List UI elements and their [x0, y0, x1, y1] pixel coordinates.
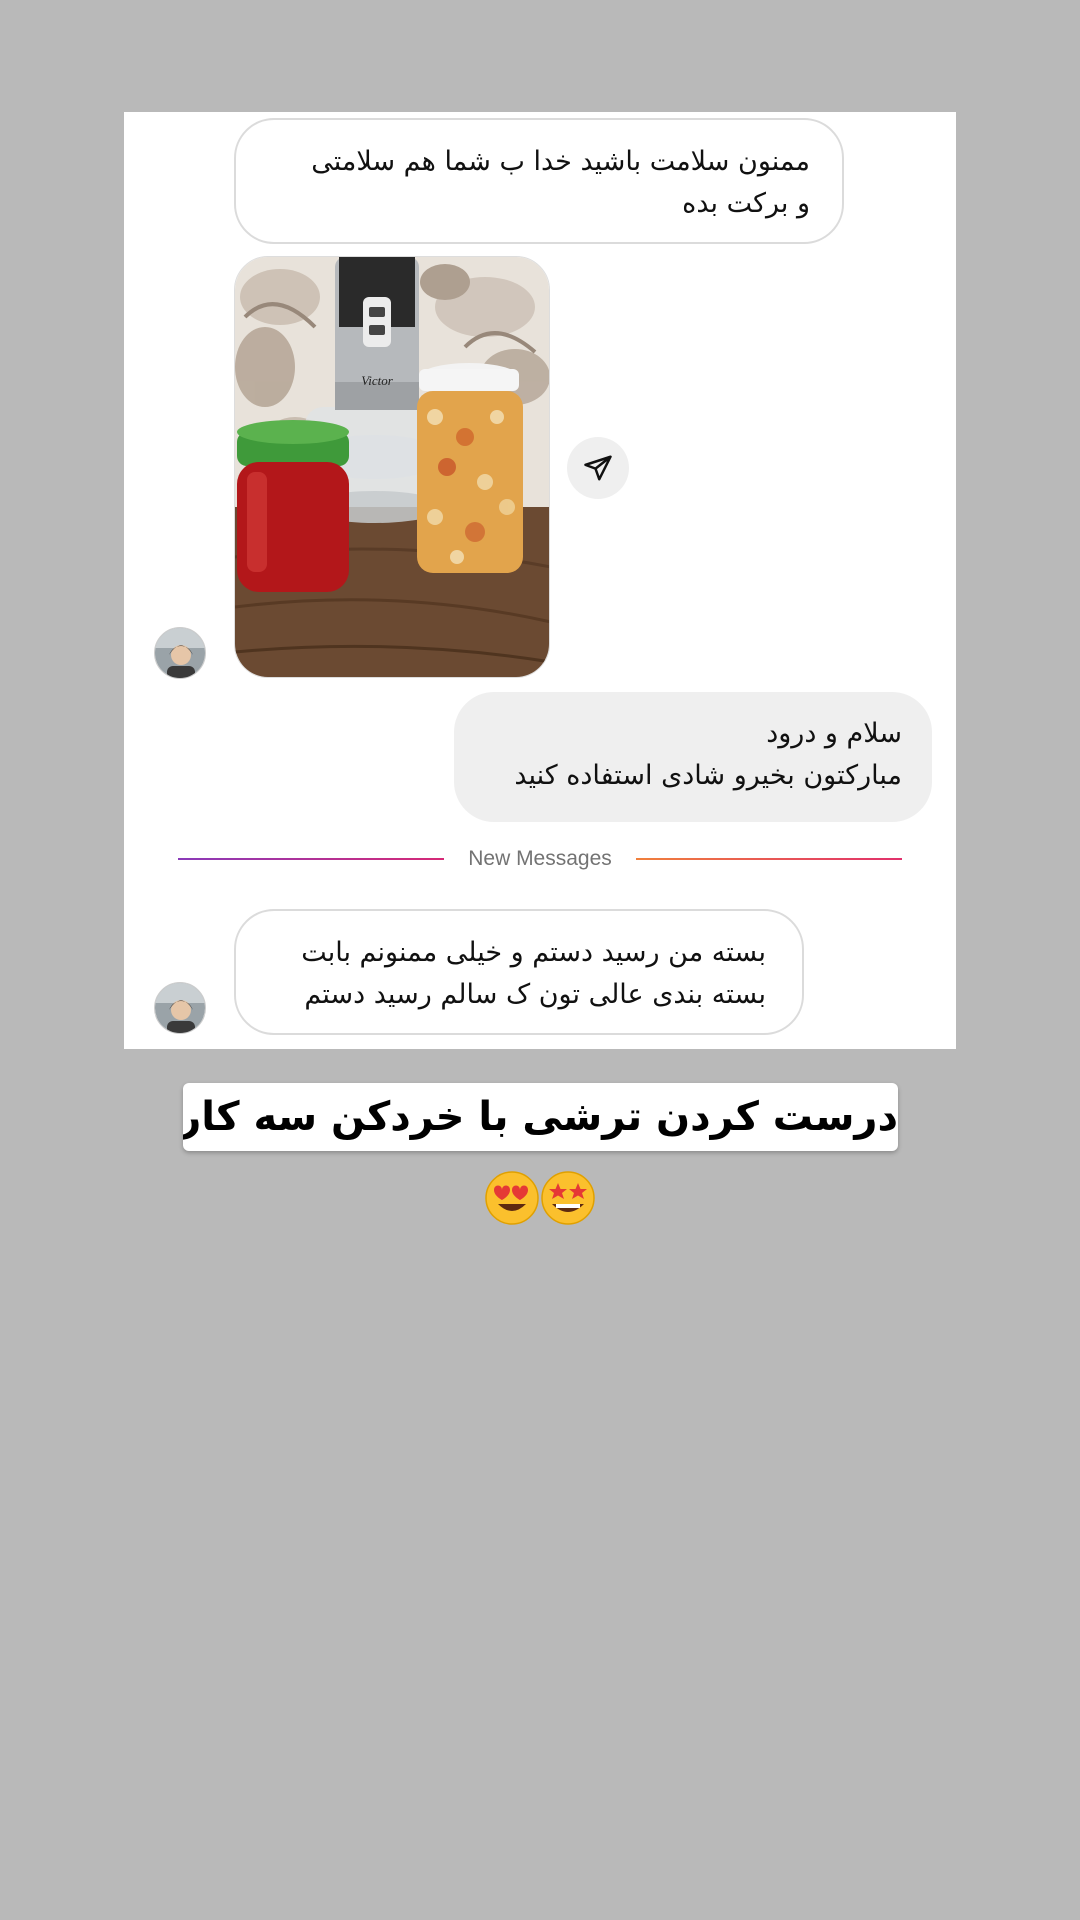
chat-screenshot: ممنون سلامت باشید خدا ب شما هم سلامتی و …: [124, 112, 956, 1049]
outgoing-message-bubble: سلام و درود مبارکتون بخیرو شادی استفاده …: [454, 692, 932, 822]
message-text-line: بسته بندی عالی تون ک سالم رسید دستم: [304, 979, 766, 1010]
chopper-brand-label: Victor: [361, 373, 393, 388]
star-struck-emoji: [541, 1171, 595, 1225]
heart-eyes-emoji: [485, 1171, 539, 1225]
story-caption: درست کردن ترشی با خردکن سه کاره ویکتور: [183, 1083, 898, 1151]
avatar-image: [155, 983, 205, 1033]
incoming-message-bubble: بسته من رسید دستم و خیلی ممنونم بابت بست…: [234, 909, 804, 1035]
sender-avatar[interactable]: [154, 982, 206, 1034]
shared-photo-message[interactable]: Victor: [234, 256, 550, 678]
message-text-line: بسته من رسید دستم و خیلی ممنونم بابت: [301, 937, 766, 968]
sender-avatar[interactable]: [154, 627, 206, 679]
emoji-row: [484, 1170, 598, 1226]
avatar-image: [155, 628, 205, 678]
share-button[interactable]: [567, 437, 629, 499]
incoming-message-bubble: ممنون سلامت باشید خدا ب شما هم سلامتی و …: [234, 118, 844, 244]
paper-plane-icon: [584, 455, 612, 481]
photo-jars-and-chopper: Victor: [235, 257, 549, 677]
message-text-line: سلام و درود: [766, 718, 902, 749]
message-text-line: و برکت بده: [682, 188, 810, 219]
message-text-line: ممنون سلامت باشید خدا ب شما هم سلامتی: [311, 146, 810, 177]
new-messages-divider: New Messages: [178, 844, 902, 874]
message-text-line: مبارکتون بخیرو شادی استفاده کنید: [514, 760, 902, 791]
divider-line-right: [636, 858, 902, 860]
